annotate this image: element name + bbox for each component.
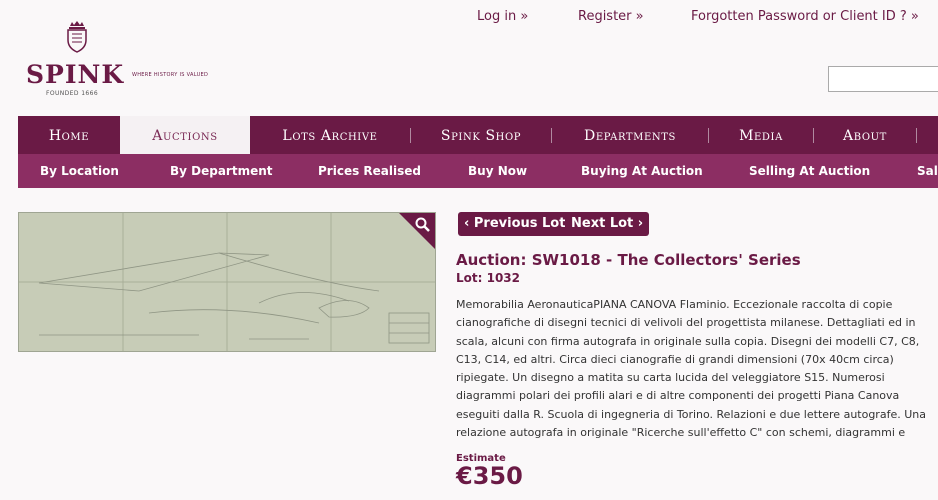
nav-about[interactable]: About bbox=[814, 116, 916, 154]
estimate-value: €350 bbox=[456, 462, 523, 490]
subnav-selling-at-auction[interactable]: Selling At Auction bbox=[749, 154, 870, 188]
nav-auctions[interactable]: Auctions bbox=[120, 116, 250, 154]
nav-separator bbox=[916, 128, 917, 143]
main-nav: Home Auctions Lots Archive Spink Shop De… bbox=[18, 116, 938, 154]
top-links: Log in » Register » Forgotten Password o… bbox=[0, 9, 938, 27]
nav-media[interactable]: Media bbox=[709, 116, 813, 154]
auction-title[interactable]: Auction: SW1018 - The Collectors' Series bbox=[456, 251, 801, 269]
brand-tagline: WHERE HISTORY IS VALUED bbox=[132, 72, 209, 78]
subnav-sale[interactable]: Sale bbox=[917, 154, 938, 188]
brand-founded: FOUNDED 1666 bbox=[46, 90, 99, 97]
register-link[interactable]: Register » bbox=[578, 9, 644, 24]
next-lot-button[interactable]: Next Lot › bbox=[565, 212, 650, 236]
nav-home[interactable]: Home bbox=[18, 116, 120, 154]
spink-logo[interactable]: SPINK WHERE HISTORY IS VALUED FOUNDED 16… bbox=[26, 20, 226, 102]
lot-number: Lot: 1032 bbox=[456, 271, 521, 285]
nav-spink-shop[interactable]: Spink Shop bbox=[411, 116, 551, 154]
search-input[interactable] bbox=[828, 66, 938, 92]
login-link[interactable]: Log in » bbox=[477, 9, 528, 24]
brand-name: SPINK bbox=[26, 60, 125, 89]
previous-lot-button[interactable]: ‹ Previous Lot bbox=[458, 212, 572, 236]
subnav-buy-now[interactable]: Buy Now bbox=[468, 154, 527, 188]
subnav-buying-at-auction[interactable]: Buying At Auction bbox=[581, 154, 703, 188]
nav-lots-archive[interactable]: Lots Archive bbox=[250, 116, 410, 154]
nav-departments[interactable]: Departments bbox=[552, 116, 708, 154]
blueprint-drawing bbox=[19, 213, 435, 351]
subnav-by-location[interactable]: By Location bbox=[40, 154, 119, 188]
forgotten-password-link[interactable]: Forgotten Password or Client ID ? » bbox=[691, 9, 919, 24]
subnav-by-department[interactable]: By Department bbox=[170, 154, 273, 188]
lot-description: Memorabilia AeronauticaPIANA CANOVA Flam… bbox=[456, 298, 926, 440]
sub-nav: By Location By Department Prices Realise… bbox=[18, 154, 938, 188]
subnav-prices-realised[interactable]: Prices Realised bbox=[318, 154, 421, 188]
lot-image[interactable] bbox=[18, 212, 436, 352]
magnifier-icon[interactable] bbox=[399, 213, 435, 249]
